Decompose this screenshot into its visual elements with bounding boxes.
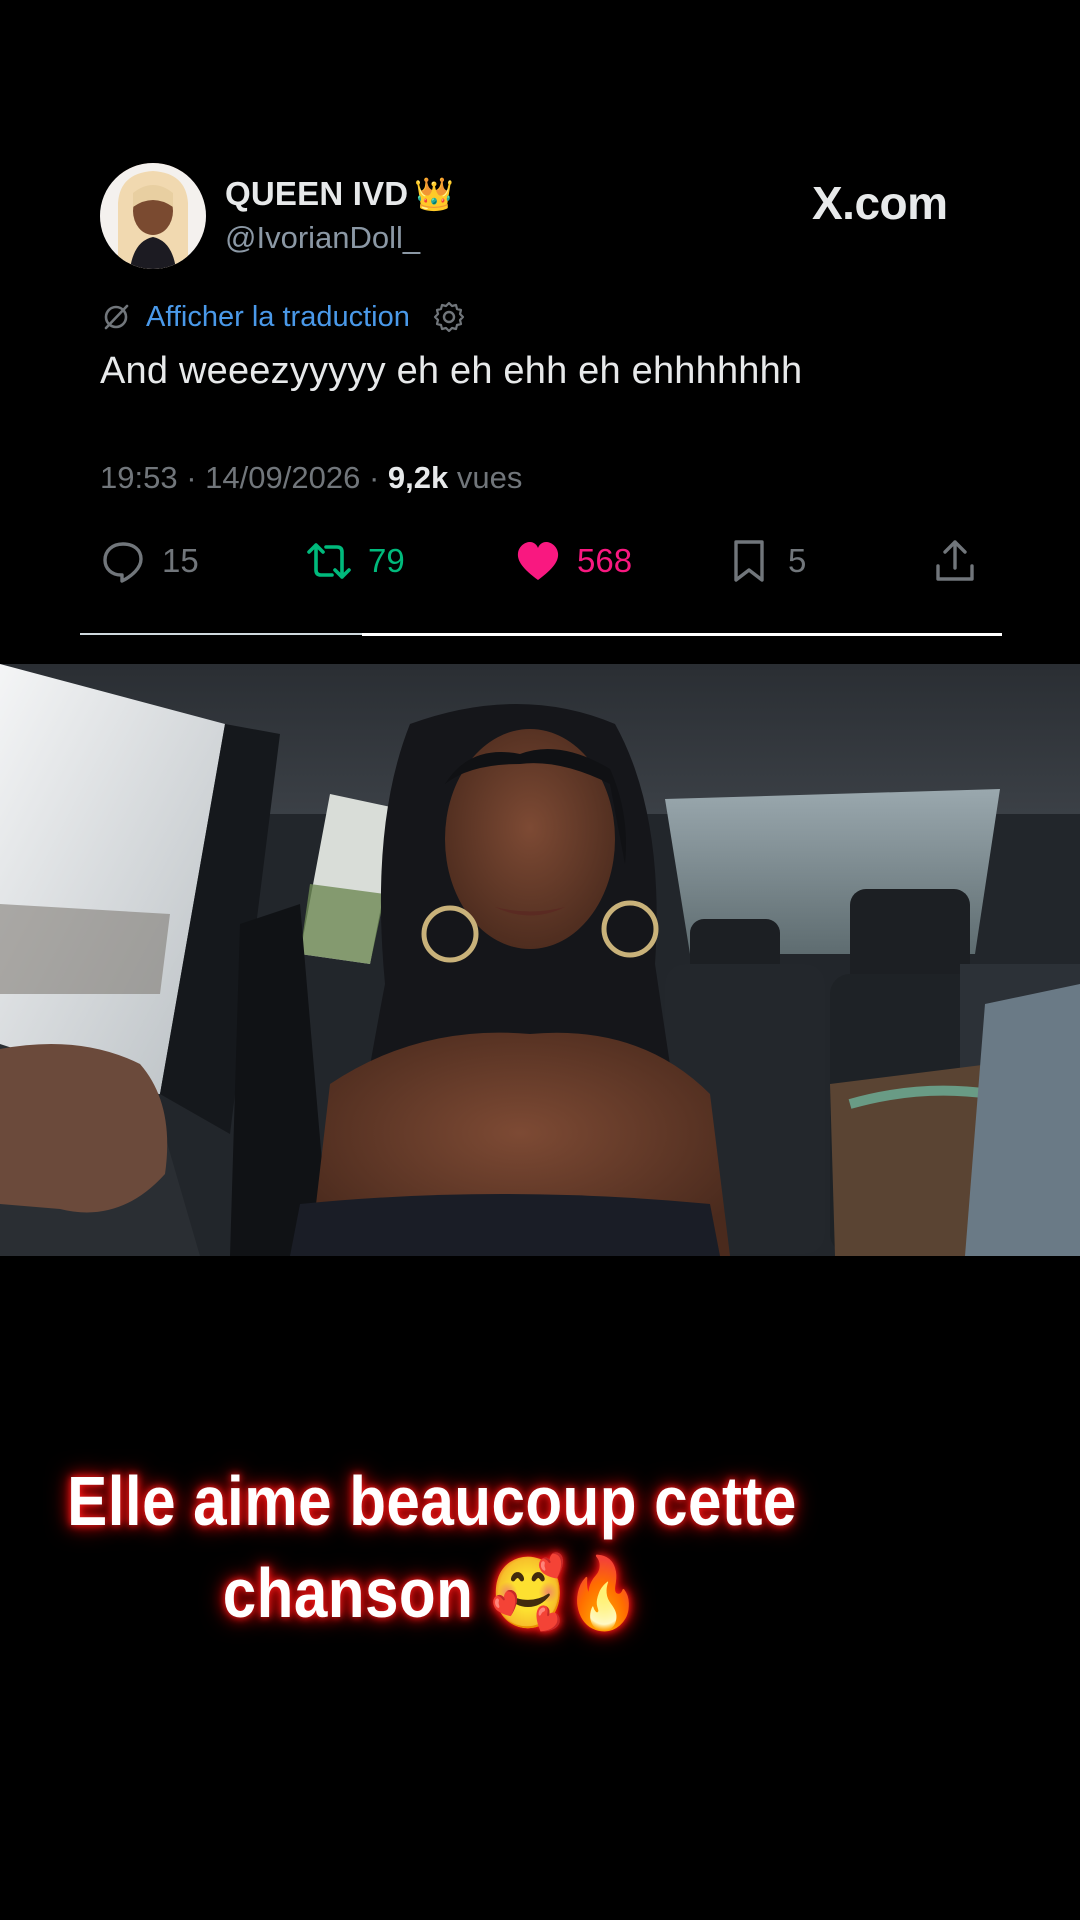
- views-label: vues: [456, 460, 523, 495]
- share-button[interactable]: [932, 535, 978, 587]
- share-icon: [936, 540, 974, 581]
- bookmark-icon: [734, 540, 764, 582]
- display-name-text: QUEEN IVD: [225, 175, 409, 212]
- views-count: 9,2k: [387, 460, 449, 495]
- video-still-image: [0, 664, 1080, 1256]
- user-handle[interactable]: @IvorianDoll_: [225, 220, 420, 256]
- show-translation-link[interactable]: Afficher la traduction: [146, 301, 410, 334]
- caption-line-2: chanson 🥰🔥: [222, 1554, 642, 1632]
- reply-button[interactable]: 15: [100, 535, 199, 587]
- tweet-date[interactable]: 14/09/2026: [205, 460, 360, 495]
- bookmark-button[interactable]: 5: [726, 535, 806, 587]
- video-post-screen: QUEEN IVD 👑 @IvorianDoll_ X.com Afficher …: [0, 0, 1080, 1920]
- repost-count: 79: [368, 542, 405, 579]
- repost-icon: [307, 543, 351, 579]
- video-frame[interactable]: [0, 664, 1080, 1256]
- like-count: 568: [577, 542, 633, 579]
- translate-row: Afficher la traduction: [100, 297, 466, 337]
- reply-icon: [103, 542, 143, 583]
- tweet-text: And weeezyyyyy eh eh ehh eh ehhhhhhh: [100, 350, 803, 392]
- tweet-time[interactable]: 19:53: [100, 460, 178, 495]
- brand-watermark: X.com: [812, 177, 948, 229]
- avatar-image: [100, 163, 206, 269]
- caption-line-1: Elle aime beaucoup cette: [67, 1462, 797, 1540]
- tweet-meta: 19:53 · 14/09/2026 · 9,2k vues: [100, 460, 522, 496]
- translate-icon: [104, 304, 129, 330]
- display-name[interactable]: QUEEN IVD 👑: [225, 175, 454, 213]
- reply-count: 15: [162, 542, 199, 579]
- avatar[interactable]: [100, 163, 206, 269]
- video-caption: Elle aime beaucoup cette chanson 🥰🔥: [60, 1455, 803, 1639]
- bookmark-count: 5: [788, 542, 807, 579]
- repost-button[interactable]: 79: [306, 535, 405, 587]
- gear-icon[interactable]: [432, 300, 466, 334]
- meta-separator: ·: [368, 460, 380, 495]
- heart-icon: [517, 542, 559, 580]
- like-button[interactable]: 568: [515, 535, 632, 587]
- crown-emoji: 👑: [414, 176, 455, 212]
- meta-separator: ·: [186, 460, 197, 495]
- tweet-card[interactable]: QUEEN IVD 👑 @IvorianDoll_ X.com Afficher …: [0, 0, 1080, 660]
- action-bar: 15 79 568 5: [0, 535, 1080, 587]
- progress-indicator: [362, 633, 1002, 636]
